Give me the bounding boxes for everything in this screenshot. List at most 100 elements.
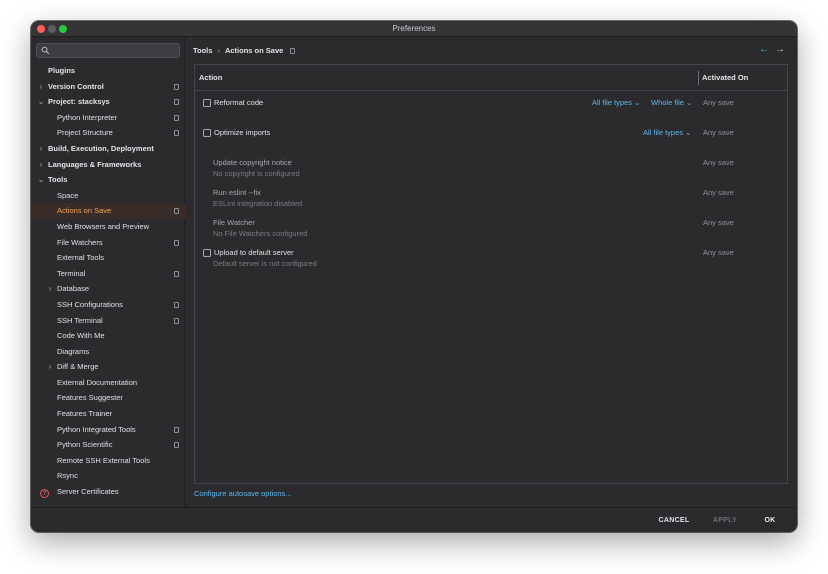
sidebar-item-python-scientific[interactable]: Python Scientific (31, 437, 185, 453)
activated-on-value[interactable]: Any save (703, 158, 734, 167)
sidebar-item-server-certificates[interactable]: Server Certificates (31, 484, 185, 500)
sidebar-item-terminal[interactable]: Terminal (31, 266, 185, 282)
column-header-activated-on: Activated On (702, 73, 749, 82)
checkbox[interactable] (203, 99, 211, 107)
project-scope-icon (174, 99, 179, 106)
sidebar-item-label: Terminal (57, 268, 86, 278)
sidebar-item-label: External Tools (57, 253, 104, 263)
sidebar-item-external-tools[interactable]: External Tools (31, 250, 185, 266)
sidebar-item-file-watchers[interactable]: File Watchers (31, 235, 185, 251)
action-title[interactable]: Upload to default server (214, 248, 294, 257)
activated-on-value[interactable]: Any save (703, 248, 734, 257)
action-title: File Watcher (213, 218, 255, 227)
scope-dropdown-link[interactable]: Whole file ⌄ (651, 98, 692, 107)
breadcrumb: Tools › Actions on Save (193, 45, 296, 57)
activated-on-value[interactable]: Any save (703, 128, 734, 137)
action-title: Run eslint --fix (213, 188, 261, 197)
sidebar-item-project-stacksys[interactable]: ⌄ Project: stacksys (31, 94, 185, 110)
action-subtitle: No copyright is configured (213, 169, 300, 178)
action-title: Update copyright notice (213, 158, 292, 167)
sidebar-item-label: Build, Execution, Deployment (48, 143, 154, 153)
chevron-right-icon[interactable]: › (37, 157, 45, 173)
sidebar-item-tools[interactable]: ⌄ Tools (31, 172, 185, 188)
column-divider[interactable] (698, 71, 699, 85)
project-scope-icon (174, 301, 179, 308)
ok-button[interactable]: OK (759, 514, 781, 528)
sidebar-item-label: Server Certificates (57, 487, 119, 497)
chevron-right-icon[interactable]: › (37, 141, 45, 157)
project-scope-icon (174, 442, 179, 449)
sidebar-item-ssh-configurations[interactable]: SSH Configurations (31, 297, 185, 313)
chevron-down-icon[interactable]: ⌄ (37, 172, 45, 188)
apply-button[interactable]: APPLY (707, 514, 743, 528)
sidebar-item-external-documentation[interactable]: External Documentation (31, 375, 185, 391)
sidebar-item-actions-on-save[interactable]: Actions on Save (31, 203, 185, 219)
activated-on-value[interactable]: Any save (703, 188, 734, 197)
sidebar-item-ssh-terminal[interactable]: SSH Terminal (31, 313, 185, 329)
sidebar-item-label: Features Trainer (57, 409, 113, 419)
table-row: File Watcher No File Watchers configured A… (195, 217, 787, 247)
sidebar-item-label: Remote SSH External Tools (57, 455, 150, 465)
sidebar-item-python-interpreter[interactable]: Python Interpreter (31, 110, 185, 126)
sidebar-item-database[interactable]: › Database (31, 281, 185, 297)
sidebar-item-features-suggester[interactable]: Features Suggester (31, 390, 185, 406)
sidebar-item-label: Project Structure (57, 128, 113, 138)
project-scope-icon (174, 426, 179, 433)
sidebar-item-web-browsers-and-preview[interactable]: Web Browsers and Preview (31, 219, 185, 235)
sidebar-item-languages-frameworks[interactable]: › Languages & Frameworks (31, 157, 185, 173)
actions-table: Action Activated On Reformat code All fil… (194, 64, 788, 484)
scope-dropdown-link[interactable]: All file types ⌄ (592, 98, 640, 107)
settings-sidebar: Plugins › Version Control ⌄ Project: stacksy… (31, 37, 185, 507)
back-arrow-icon[interactable]: ← (759, 44, 769, 55)
configure-autosave-link[interactable]: Configure autosave options... (194, 489, 292, 498)
sidebar-item-label: Languages & Frameworks (48, 159, 142, 169)
sidebar-item-version-control[interactable]: › Version Control (31, 79, 185, 95)
activated-on-value[interactable]: Any save (703, 218, 734, 227)
sidebar-item-code-with-me[interactable]: Code With Me (31, 328, 185, 344)
project-scope-icon (174, 317, 179, 324)
chevron-down-icon[interactable]: ⌄ (37, 94, 45, 110)
action-subtitle: ESLint integration disabled (213, 199, 303, 208)
chevron-right-icon[interactable]: › (37, 79, 45, 95)
checkbox[interactable] (203, 249, 211, 257)
action-title[interactable]: Reformat code (214, 98, 263, 107)
table-row: Optimize imports All file types ⌄ Any save (195, 127, 787, 157)
sidebar-item-features-trainer[interactable]: Features Trainer (31, 406, 185, 422)
table-row: Upload to default server Default server i… (195, 247, 787, 277)
sidebar-item-space[interactable]: Space (31, 188, 185, 204)
forward-arrow-icon[interactable]: → (775, 44, 785, 55)
sidebar-item-plugins[interactable]: Plugins (31, 63, 185, 79)
activated-on-value[interactable]: Any save (703, 98, 734, 107)
action-subtitle: No File Watchers configured (213, 229, 308, 238)
sidebar-item-remote-ssh-external-tools[interactable]: Remote SSH External Tools (31, 453, 185, 469)
project-scope-icon (174, 83, 179, 90)
sidebar-item-label: Python Integrated Tools (57, 424, 136, 434)
sidebar-item-diff-merge[interactable]: › Diff & Merge (31, 359, 185, 375)
sidebar-item-label: File Watchers (57, 237, 103, 247)
sidebar-item-rsync[interactable]: Rsync (31, 468, 185, 484)
project-scope-icon (174, 239, 179, 246)
checkbox[interactable] (203, 129, 211, 137)
search-input[interactable] (52, 45, 176, 56)
chevron-right-icon[interactable]: › (46, 359, 54, 375)
action-title[interactable]: Optimize imports (214, 128, 270, 137)
sidebar-item-build-execution-deployment[interactable]: › Build, Execution, Deployment (31, 141, 185, 157)
title-bar: Preferences (31, 21, 797, 37)
settings-main-panel: Tools › Actions on Save ← → Action Activat… (186, 37, 797, 507)
sidebar-item-project-structure[interactable]: Project Structure (31, 125, 185, 141)
column-header-action: Action (199, 73, 223, 82)
chevron-right-icon[interactable]: › (46, 281, 54, 297)
sidebar-item-python-integrated-tools[interactable]: Python Integrated Tools (31, 422, 185, 438)
sidebar-item-diagrams[interactable]: Diagrams (31, 344, 185, 360)
cancel-button[interactable]: CANCEL (655, 514, 693, 528)
sidebar-item-label: Diagrams (57, 346, 90, 356)
sidebar-item-label: SSH Configurations (57, 299, 123, 309)
settings-search[interactable] (36, 43, 180, 58)
sidebar-item-label: Rsync (57, 471, 78, 481)
table-row: Reformat code All file types ⌄ Whole file … (195, 97, 787, 127)
scope-dropdown-link[interactable]: All file types ⌄ (643, 128, 691, 137)
sidebar-item-label: Python Interpreter (57, 112, 118, 122)
question-circle-icon[interactable]: ? (40, 489, 49, 498)
sidebar-item-label: Database (57, 284, 90, 294)
breadcrumb-parent[interactable]: Tools (193, 45, 212, 57)
